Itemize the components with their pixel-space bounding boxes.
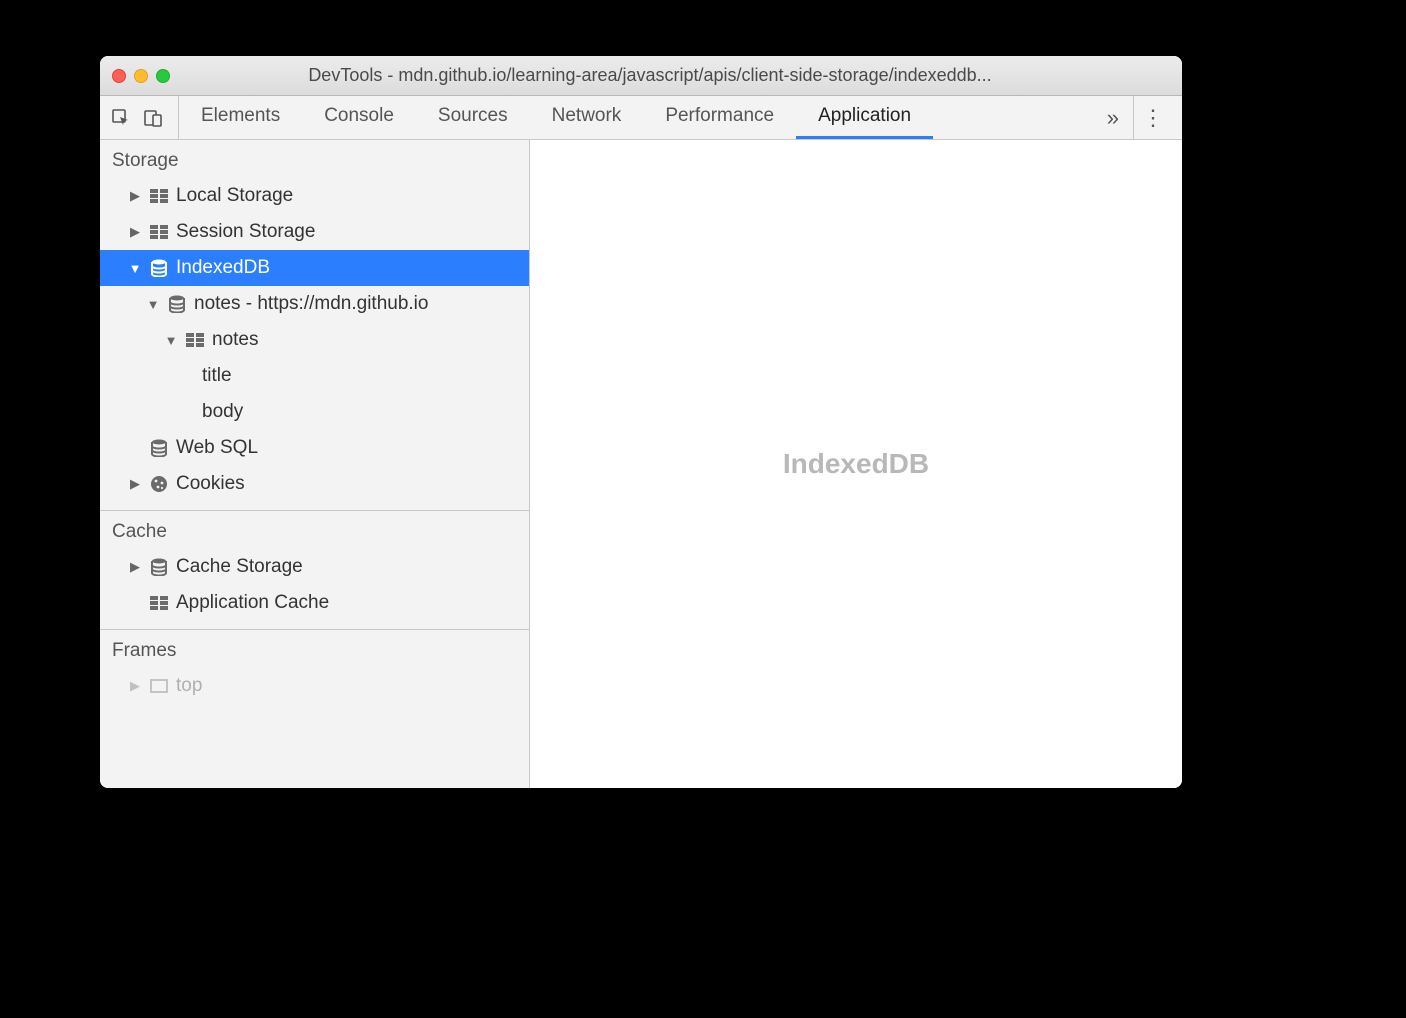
database-icon (166, 293, 188, 315)
application-sidebar: Storage ▶ Local Storage ▶ Session Storag… (100, 140, 530, 788)
main-panel: IndexedDB (530, 140, 1182, 788)
tab-console[interactable]: Console (302, 96, 416, 139)
titlebar: DevTools - mdn.github.io/learning-area/j… (100, 56, 1182, 96)
sidebar-item-index-title[interactable]: title (100, 358, 529, 394)
storage-section: Storage ▶ Local Storage ▶ Session Storag… (100, 140, 529, 511)
tab-application[interactable]: Application (796, 96, 933, 139)
main-placeholder: IndexedDB (783, 448, 929, 480)
sidebar-item-session-storage[interactable]: ▶ Session Storage (100, 214, 529, 250)
sidebar-item-label: Cookies (176, 473, 245, 495)
chevron-right-icon: ▶ (128, 224, 142, 240)
tab-sources[interactable]: Sources (416, 96, 530, 139)
sidebar-item-label: Web SQL (176, 437, 258, 459)
sidebar-item-label: Cache Storage (176, 556, 303, 578)
table-icon (148, 185, 170, 207)
minimize-window-button[interactable] (134, 69, 148, 83)
toolbar-icons (110, 96, 179, 139)
tab-network[interactable]: Network (530, 96, 644, 139)
table-icon (184, 329, 206, 351)
window-controls (112, 69, 170, 83)
devtools-window: DevTools - mdn.github.io/learning-area/j… (100, 56, 1182, 788)
database-icon (148, 556, 170, 578)
table-icon (148, 592, 170, 614)
sidebar-item-indexeddb-database[interactable]: ▼ notes - https://mdn.github.io (100, 286, 529, 322)
table-icon (148, 221, 170, 243)
chevron-right-icon: ▶ (128, 188, 142, 204)
frames-header: Frames (100, 630, 529, 668)
inspect-element-icon[interactable] (110, 107, 132, 129)
sidebar-item-label: body (202, 401, 243, 423)
panel-body: Storage ▶ Local Storage ▶ Session Storag… (100, 140, 1182, 788)
device-toolbar-icon[interactable] (142, 107, 164, 129)
sidebar-item-cookies[interactable]: ▶ Cookies (100, 466, 529, 502)
cache-header: Cache (100, 511, 529, 549)
sidebar-item-label: notes - https://mdn.github.io (194, 293, 428, 315)
chevron-down-icon: ▼ (146, 297, 160, 312)
tabs-overflow-button[interactable]: » (1093, 105, 1133, 131)
sidebar-item-label: IndexedDB (176, 257, 270, 279)
chevron-down-icon: ▼ (128, 261, 142, 276)
sidebar-item-object-store[interactable]: ▼ notes (100, 322, 529, 358)
database-icon (148, 257, 170, 279)
cache-section: Cache ▶ Cache Storage ▶ Application Cach… (100, 511, 529, 630)
storage-header: Storage (100, 140, 529, 178)
sidebar-item-local-storage[interactable]: ▶ Local Storage (100, 178, 529, 214)
frame-icon (148, 675, 170, 697)
chevron-right-icon: ▶ (128, 678, 142, 694)
settings-menu-button[interactable]: ⋮ (1133, 96, 1172, 139)
panel-tabs: Elements Console Sources Network Perform… (179, 96, 1093, 139)
sidebar-item-label: Session Storage (176, 221, 315, 243)
sidebar-item-label: notes (212, 329, 258, 351)
chevron-down-icon: ▼ (164, 333, 178, 348)
sidebar-item-label: title (202, 365, 232, 387)
sidebar-item-label: top (176, 675, 202, 697)
window-title: DevTools - mdn.github.io/learning-area/j… (180, 65, 1170, 86)
tab-elements[interactable]: Elements (179, 96, 302, 139)
sidebar-item-application-cache[interactable]: ▶ Application Cache (100, 585, 529, 621)
sidebar-item-cache-storage[interactable]: ▶ Cache Storage (100, 549, 529, 585)
sidebar-item-label: Local Storage (176, 185, 293, 207)
database-icon (148, 437, 170, 459)
frames-section: Frames ▶ top (100, 630, 529, 712)
chevron-right-icon: ▶ (128, 476, 142, 492)
sidebar-item-frame-top[interactable]: ▶ top (100, 668, 529, 704)
chevron-right-icon: ▶ (128, 559, 142, 575)
sidebar-item-indexeddb[interactable]: ▼ IndexedDB (100, 250, 529, 286)
sidebar-item-web-sql[interactable]: ▶ Web SQL (100, 430, 529, 466)
devtools-toolbar: Elements Console Sources Network Perform… (100, 96, 1182, 140)
zoom-window-button[interactable] (156, 69, 170, 83)
cookie-icon (148, 473, 170, 495)
sidebar-item-label: Application Cache (176, 592, 329, 614)
tab-performance[interactable]: Performance (643, 96, 796, 139)
sidebar-item-index-body[interactable]: body (100, 394, 529, 430)
close-window-button[interactable] (112, 69, 126, 83)
